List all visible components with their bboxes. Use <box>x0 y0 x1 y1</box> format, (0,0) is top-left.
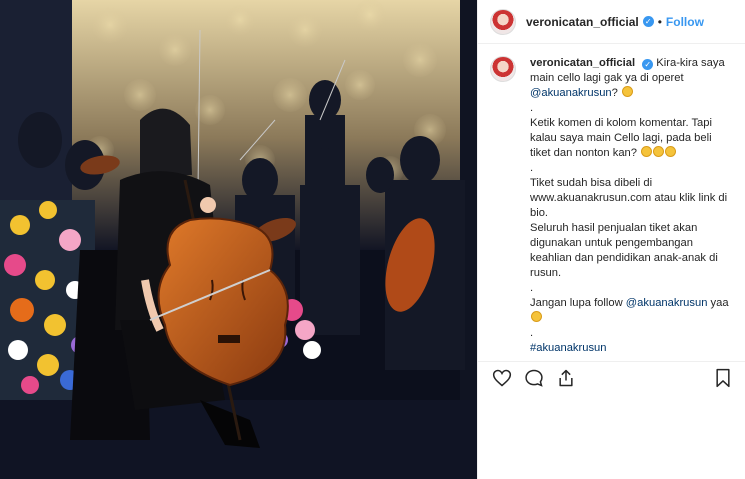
comment-icon[interactable] <box>524 368 544 393</box>
actions-divider <box>478 361 745 362</box>
grin-emoji-icon <box>665 146 677 157</box>
caption-separator: . <box>530 162 534 174</box>
verified-badge-icon: ✓ <box>642 16 654 27</box>
caption-separator: . <box>530 102 534 114</box>
grin-emoji-icon <box>641 146 653 157</box>
caption-username[interactable]: veronicatan_official <box>530 57 635 69</box>
follow-button[interactable]: Follow <box>666 15 704 29</box>
caption-para3: Tiket sudah bisa dibeli di www.akuanakru… <box>530 177 728 219</box>
grin-emoji-icon <box>653 146 665 157</box>
caption-separator: . <box>530 327 534 339</box>
share-icon[interactable] <box>556 368 576 393</box>
caption-separator: . <box>530 282 534 294</box>
smile-emoji-icon <box>531 311 542 322</box>
verified-badge-icon: ✓ <box>642 59 654 70</box>
post-username[interactable]: veronicatan_official <box>526 15 639 29</box>
avatar[interactable] <box>490 8 516 35</box>
caption-section: veronicatan_official ✓ Kira-kira saya ma… <box>490 56 735 356</box>
mention-link[interactable]: @akuanakrusun <box>530 87 612 99</box>
grin-emoji-icon <box>621 86 633 97</box>
post-sidebar: veronicatan_official ✓ • Follow veronica… <box>477 0 745 479</box>
caption-para5: Jangan lupa follow <box>530 297 623 309</box>
bookmark-icon[interactable] <box>713 368 733 393</box>
heart-icon[interactable] <box>492 368 512 393</box>
caption-para4: Seluruh hasil penjualan tiket akan digun… <box>530 222 718 279</box>
instagram-post: veronicatan_official ✓ • Follow veronica… <box>0 0 745 479</box>
separator-dot: • <box>657 14 662 29</box>
post-photo[interactable] <box>0 0 477 479</box>
caption-para2: Ketik komen di kolom komentar. Tapi kala… <box>530 117 712 159</box>
post-header: veronicatan_official ✓ • Follow <box>478 0 745 44</box>
caption-line1-end: ? <box>611 87 618 99</box>
caption-para5-end: yaa <box>710 297 729 309</box>
concert-photo-illustration <box>0 0 477 479</box>
hashtag-link[interactable]: #akuanakrusun <box>530 342 607 354</box>
caption-avatar[interactable] <box>490 56 516 82</box>
caption-text: veronicatan_official ✓ Kira-kira saya ma… <box>530 56 735 356</box>
mention-link[interactable]: @akuanakrusun <box>626 297 708 309</box>
post-actions <box>492 367 733 393</box>
